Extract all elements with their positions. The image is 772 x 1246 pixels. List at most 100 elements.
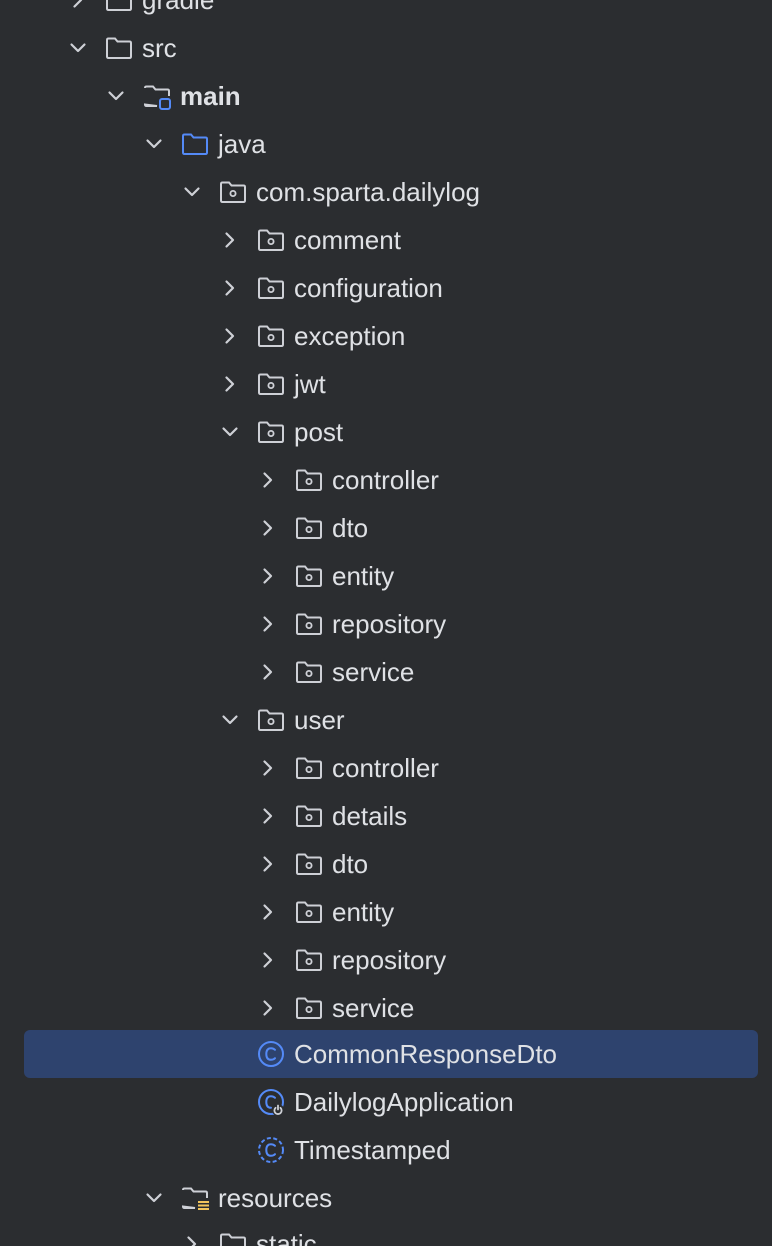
tree-item-label: CommonResponseDto [294,1039,558,1069]
tree-item-user-service[interactable]: service [0,984,772,1032]
package-icon [294,657,324,687]
package-icon [256,321,286,351]
tree-item-label: static [256,1229,317,1246]
tree-item-comment[interactable]: comment [0,216,772,264]
tree-item-common-response-dto[interactable]: CommonResponseDto [0,1030,772,1078]
tree-item-label: java [218,129,266,159]
chevron-right-icon[interactable] [218,228,242,252]
tree-item-label: entity [332,561,395,591]
tree-item-post-repository[interactable]: repository [0,600,772,648]
tree-item-label: service [332,657,415,687]
package-icon [218,177,248,207]
chevron-right-icon[interactable] [256,660,280,684]
chevron-right-icon[interactable] [218,372,242,396]
chevron-right-icon[interactable] [218,276,242,300]
tree-item-post-entity[interactable]: entity [0,552,772,600]
tree-item-label: user [294,705,345,735]
project-tree: gradle src main java com.sparta.dailylog… [0,0,772,1246]
tree-item-label: resources [218,1183,333,1213]
tree-item-label: Timestamped [294,1135,451,1165]
package-icon [294,801,324,831]
tree-item-user[interactable]: user [0,696,772,744]
tree-item-label: dto [332,849,369,879]
chevron-down-icon[interactable] [142,132,166,156]
java-class-icon [256,1039,286,1069]
tree-item-label: src [142,33,177,63]
tree-item-label: controller [332,465,439,495]
tree-item-label: jwt [294,369,326,399]
tree-item-label: configuration [294,273,443,303]
tree-item-label: comment [294,225,401,255]
chevron-down-icon[interactable] [180,180,204,204]
folder-icon [104,33,134,63]
tree-item-com-sparta-dailylog[interactable]: com.sparta.dailylog [0,168,772,216]
java-source-folder-icon [180,129,210,159]
chevron-down-icon[interactable] [218,708,242,732]
tree-item-label: post [294,417,344,447]
package-icon [294,753,324,783]
chevron-right-icon[interactable] [180,1232,204,1246]
tree-item-timestamped[interactable]: Timestamped [0,1126,772,1174]
tree-item-label: repository [332,609,447,639]
tree-item-user-repository[interactable]: repository [0,936,772,984]
package-icon [256,369,286,399]
chevron-right-icon[interactable] [256,516,280,540]
package-icon [294,513,324,543]
tree-item-label: exception [294,321,406,351]
package-icon [294,897,324,927]
chevron-right-icon[interactable] [66,0,90,12]
chevron-right-icon[interactable] [256,948,280,972]
tree-item-gradle[interactable]: gradle [0,0,772,24]
chevron-right-icon[interactable] [256,756,280,780]
tree-item-user-dto[interactable]: dto [0,840,772,888]
chevron-right-icon[interactable] [256,852,280,876]
package-icon [294,609,324,639]
chevron-right-icon[interactable] [218,324,242,348]
resources-folder-icon [180,1183,210,1213]
chevron-right-icon[interactable] [256,804,280,828]
folder-icon [104,0,134,15]
tree-item-jwt[interactable]: jwt [0,360,772,408]
package-icon [294,465,324,495]
tree-item-post-dto[interactable]: dto [0,504,772,552]
tree-item-label: dto [332,513,369,543]
tree-item-configuration[interactable]: configuration [0,264,772,312]
java-class-icon [256,1135,286,1165]
chevron-right-icon[interactable] [256,900,280,924]
tree-item-user-details[interactable]: details [0,792,772,840]
chevron-down-icon[interactable] [142,1186,166,1210]
package-icon [294,945,324,975]
tree-item-post-controller[interactable]: controller [0,456,772,504]
chevron-down-icon[interactable] [66,36,90,60]
tree-item-resources[interactable]: resources [0,1174,772,1222]
chevron-right-icon[interactable] [256,468,280,492]
chevron-right-icon[interactable] [256,612,280,636]
tree-item-label: main [180,81,241,111]
tree-item-java[interactable]: java [0,120,772,168]
tree-item-user-entity[interactable]: entity [0,888,772,936]
folder-icon [218,1229,248,1246]
tree-item-post[interactable]: post [0,408,772,456]
tree-item-static[interactable]: static [0,1220,772,1246]
package-icon [256,273,286,303]
tree-item-label: entity [332,897,395,927]
tree-item-label: details [332,801,408,831]
tree-item-label: service [332,993,415,1023]
package-icon [294,561,324,591]
source-root-folder-icon [142,81,172,111]
tree-item-src[interactable]: src [0,24,772,72]
tree-item-dailylog-application[interactable]: DailylogApplication [0,1078,772,1126]
tree-item-post-service[interactable]: service [0,648,772,696]
tree-item-label: gradle [142,0,215,15]
spring-boot-class-icon [256,1087,286,1117]
tree-item-exception[interactable]: exception [0,312,772,360]
tree-item-main[interactable]: main [0,72,772,120]
chevron-down-icon[interactable] [104,84,128,108]
chevron-right-icon[interactable] [256,996,280,1020]
tree-item-user-controller[interactable]: controller [0,744,772,792]
tree-item-label: controller [332,753,439,783]
chevron-down-icon[interactable] [218,420,242,444]
chevron-right-icon[interactable] [256,564,280,588]
tree-item-label: com.sparta.dailylog [256,177,480,207]
package-icon [256,417,286,447]
